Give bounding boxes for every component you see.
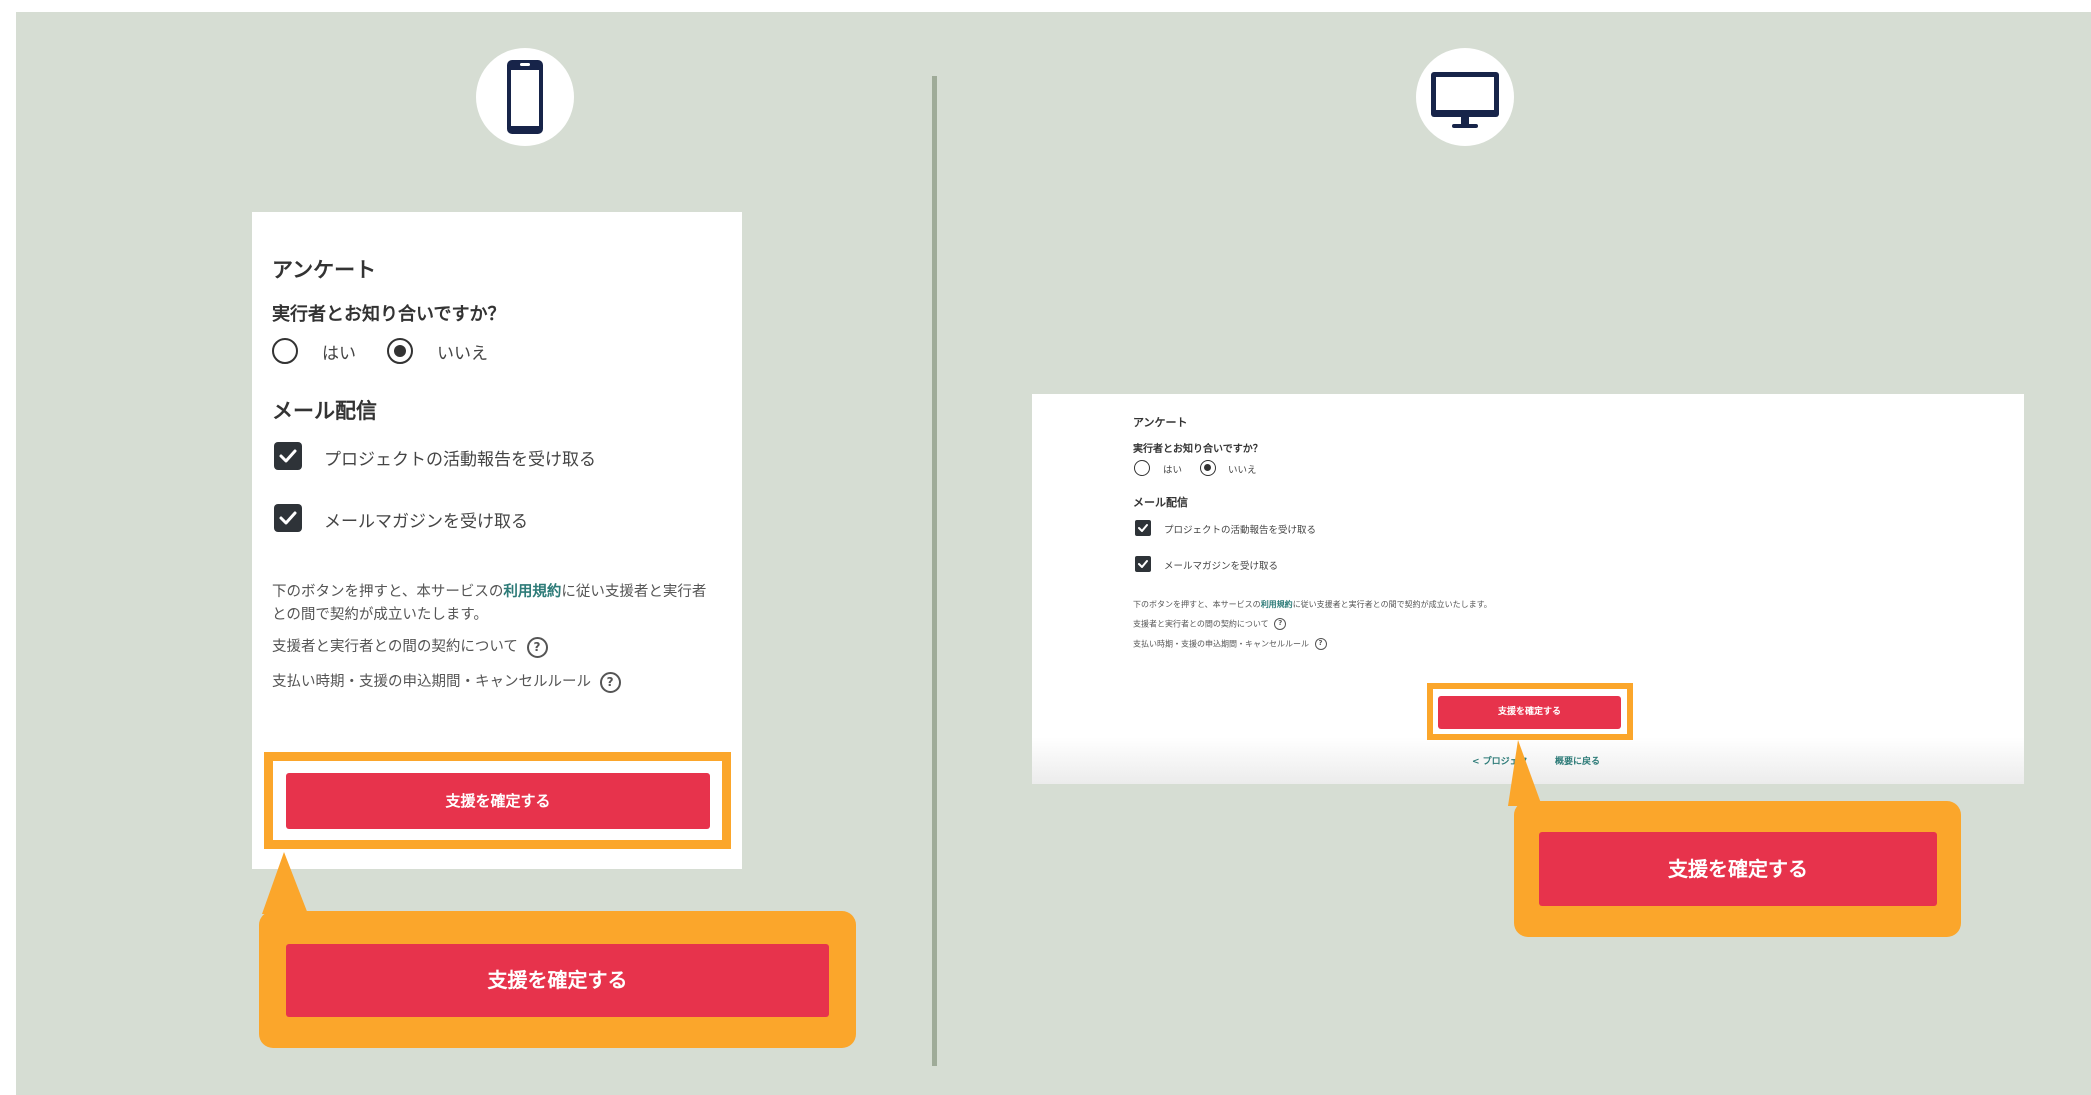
contract-info-link[interactable]: 支援者と実行者との間の契約について ? — [272, 635, 548, 658]
smartphone-icon — [476, 48, 574, 146]
terms-text-before: 下のボタンを押すと、本サービスの — [272, 584, 504, 600]
monitor-icon — [1416, 48, 1514, 146]
radio-no-label: いいえ — [437, 344, 488, 364]
survey-heading: アンケート — [272, 258, 377, 282]
payment-rules-link[interactable]: 支払い時期・支援の申込期間・キャンセルルール ? — [272, 670, 621, 693]
terms-text: 下のボタンを押すと、本サービスの利用規約に従い支援者と実行者との間で契約が成立い… — [1133, 599, 1492, 610]
payment-rules-link[interactable]: 支払い時期・支援の申込期間・キャンセルルール ? — [1133, 638, 1327, 650]
contract-info-label: 支援者と実行者との間の契約について — [272, 639, 518, 655]
terms-text-line2: との間で契約が成立いたします。 — [272, 607, 488, 623]
terms-text-before: 下のボタンを押すと、本サービスの — [1133, 600, 1261, 609]
newsletter-checkbox[interactable] — [274, 504, 302, 532]
mail-heading: メール配信 — [1133, 496, 1188, 509]
radio-no[interactable] — [1200, 460, 1216, 476]
confirm-support-button-zoomed[interactable]: 支援を確定する — [286, 944, 829, 1017]
radio-no-label: いいえ — [1228, 465, 1257, 476]
newsletter-label: メールマガジンを受け取る — [1164, 561, 1279, 572]
question-label: 実行者とお知り合いですか？ — [272, 304, 506, 325]
payment-rules-label: 支払い時期・支援の申込期間・キャンセルルール — [1133, 639, 1309, 649]
callout-pointer — [1508, 740, 1542, 806]
confirm-support-button[interactable]: 支援を確定する — [1438, 696, 1621, 729]
radio-yes[interactable] — [1134, 460, 1150, 476]
payment-rules-label: 支払い時期・支援の申込期間・キャンセルルール — [272, 674, 591, 690]
back-to-project-link-right[interactable]: 概要に戻る — [1555, 754, 1600, 767]
radio-yes-label: はい — [1163, 465, 1183, 476]
newsletter-label: メールマガジンを受け取る — [324, 512, 528, 532]
terms-link[interactable]: 利用規約 — [503, 584, 561, 600]
activity-report-label: プロジェクトの活動報告を受け取る — [1164, 525, 1317, 536]
question-label: 実行者とお知り合いですか？ — [1133, 444, 1263, 455]
terms-text: 下のボタンを押すと、本サービスの利用規約に従い支援者と実行者 — [272, 580, 706, 601]
panel-divider — [932, 76, 937, 1066]
help-icon[interactable]: ? — [526, 636, 548, 658]
newsletter-checkbox[interactable] — [1135, 556, 1151, 572]
checkmark-icon — [279, 511, 297, 525]
activity-report-checkbox[interactable] — [1135, 520, 1151, 536]
radio-yes[interactable] — [272, 338, 298, 364]
confirm-support-button[interactable]: 支援を確定する — [286, 773, 710, 829]
contract-info-link[interactable]: 支援者と実行者との間の契約について ? — [1133, 618, 1287, 630]
help-icon[interactable]: ? — [599, 671, 621, 693]
mail-heading: メール配信 — [272, 399, 377, 423]
help-icon[interactable]: ? — [1274, 618, 1287, 630]
activity-report-label: プロジェクトの活動報告を受け取る — [324, 450, 596, 470]
activity-report-checkbox[interactable] — [274, 442, 302, 470]
checkmark-icon — [1138, 524, 1148, 532]
terms-link[interactable]: 利用規約 — [1261, 600, 1293, 609]
terms-text-after: に従い支援者と実行者との間で契約が成立いたします。 — [1292, 600, 1492, 609]
callout-pointer — [262, 852, 308, 914]
help-icon[interactable]: ? — [1314, 638, 1327, 650]
survey-heading: アンケート — [1133, 416, 1188, 429]
contract-info-label: 支援者と実行者との間の契約について — [1133, 619, 1269, 629]
checkmark-icon — [1138, 560, 1148, 568]
radio-yes-label: はい — [322, 344, 356, 364]
radio-no[interactable] — [387, 338, 413, 364]
checkmark-icon — [279, 449, 297, 463]
back-link-right: 概要に戻る — [1555, 757, 1601, 767]
terms-text-after: に従い支援者と実行者 — [561, 584, 707, 600]
confirm-support-button-zoomed[interactable]: 支援を確定する — [1539, 832, 1937, 906]
